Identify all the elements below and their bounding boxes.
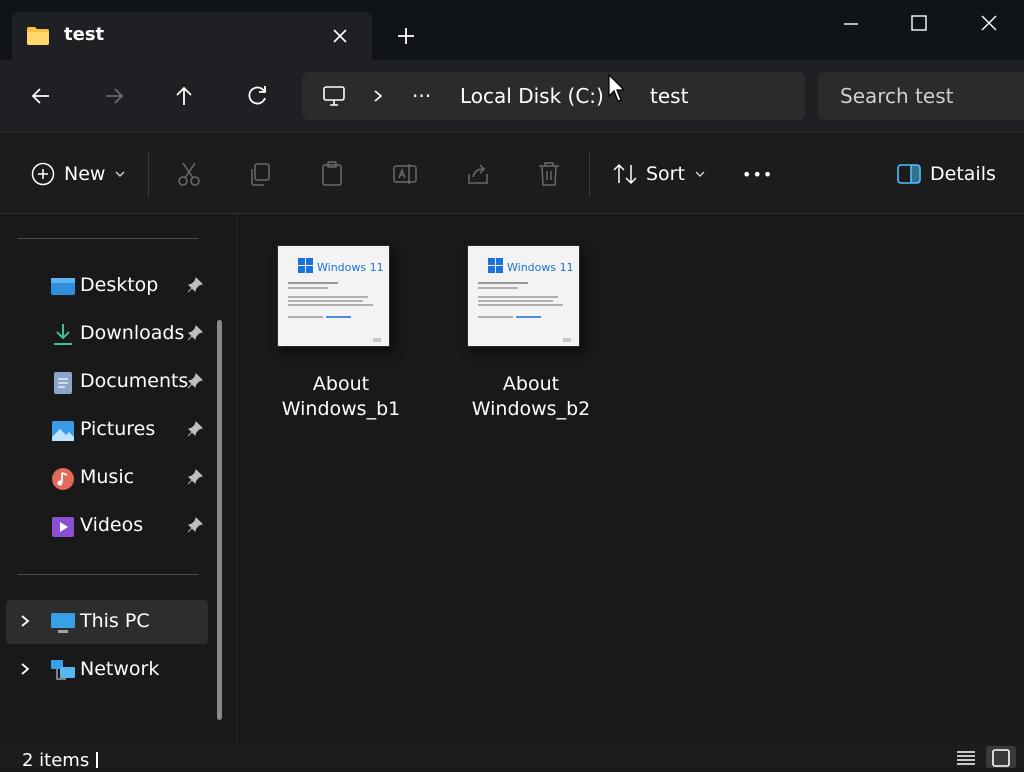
music-icon [52,468,74,490]
command-bar: New Sort ••• Details [0,132,1024,214]
sidebar-item-documents[interactable]: Documents [0,360,222,404]
navigation-pane: Desktop Downloads Documents Pictures Mus… [0,214,232,744]
desktop-icon [51,278,75,295]
sidebar-item-this-pc[interactable]: This PC [6,600,208,644]
mouse-cursor-icon [608,74,626,102]
paste-icon[interactable] [319,159,345,189]
file-item[interactable]: Windows 11 About Windows_b1 [238,244,400,434]
status-bar: 2 items [0,744,1024,771]
search-box[interactable]: Search test [818,72,1024,120]
sidebar-item-label: Documents [80,370,189,392]
sidebar-item-network[interactable]: Network [0,648,222,692]
pin-icon[interactable] [186,276,204,294]
navigation-bar: ··· Local Disk (C:) test Search test [0,60,1024,132]
pin-icon[interactable] [186,324,204,342]
sidebar-item-label: Desktop [80,274,159,296]
sidebar-item-downloads[interactable]: Downloads [0,312,222,356]
pin-icon[interactable] [186,420,204,438]
see-more-button[interactable]: ••• [742,159,773,189]
sidebar-item-desktop[interactable]: Desktop [0,264,222,308]
close-window-icon[interactable] [966,8,1012,40]
new-tab-icon[interactable] [392,22,420,50]
file-item[interactable]: Windows 11 About Windows_b2 [428,244,590,434]
cut-icon[interactable] [176,159,202,189]
file-thumbnail: Windows 11 [468,246,579,346]
sidebar-item-label: This PC [80,610,150,632]
up-arrow-icon[interactable] [170,82,198,110]
new-label: New [64,163,106,185]
forward-arrow-icon[interactable] [100,82,128,110]
delete-icon[interactable] [536,159,562,189]
details-view-icon[interactable] [954,748,978,768]
downloads-icon [54,324,72,345]
tab-title: test [64,24,105,45]
file-name: About Windows_b1 [281,373,401,420]
chevron-down-icon [115,171,125,177]
sidebar-item-pictures[interactable]: Pictures [0,408,222,452]
pin-icon[interactable] [186,372,204,390]
sidebar-item-music[interactable]: Music [0,456,222,500]
sidebar-item-videos[interactable]: Videos [0,504,222,548]
title-bar: test [0,0,1024,60]
this-pc-icon[interactable] [322,84,346,108]
file-name: About Windows_b2 [471,373,591,420]
network-icon [51,660,75,680]
sidebar-item-label: Downloads [80,322,185,344]
sidebar-divider [18,238,198,239]
file-thumbnail: Windows 11 [278,246,389,346]
sidebar-item-label: Pictures [80,418,156,440]
thumb-brand: Windows 11 [317,261,384,274]
sort-button[interactable]: Sort [612,159,707,189]
chevron-down-icon [695,171,705,177]
details-pane-icon [897,164,921,184]
pictures-icon [52,421,74,441]
back-arrow-icon[interactable] [27,82,55,110]
breadcrumb-local-disk[interactable]: Local Disk (C:) [460,84,604,108]
tab-test[interactable]: test [12,12,372,60]
toolbar-divider [148,151,149,197]
videos-icon [52,517,74,537]
file-list: Windows 11 About Windows_b1 Windows 11 A… [238,214,1024,744]
rename-icon[interactable] [391,159,419,189]
documents-icon [54,372,72,394]
details-button[interactable]: Details [896,159,996,189]
plus-circle-icon [31,162,55,186]
windows-logo-icon: Windows 11 [288,258,384,342]
breadcrumb-ellipsis[interactable]: ··· [412,84,431,108]
refresh-icon[interactable] [243,82,271,110]
breadcrumb-test[interactable]: test [650,84,688,108]
share-icon[interactable] [464,159,492,189]
thumb-brand: Windows 11 [507,261,574,274]
chevron-right-icon[interactable] [16,612,34,630]
copy-icon[interactable] [247,159,273,189]
large-icons-view-icon [992,749,1010,767]
more-options-icon: ••• [742,164,774,184]
windows-logo-icon: Windows 11 [478,258,574,342]
pin-icon[interactable] [186,468,204,486]
new-button[interactable]: New [30,159,127,189]
large-icons-view-button[interactable] [986,746,1016,768]
sidebar-item-label: Videos [80,514,144,536]
sort-icon [613,163,637,185]
this-pc-icon [51,613,75,633]
sort-label: Sort [646,163,685,185]
pin-icon[interactable] [186,516,204,534]
chevron-right-icon[interactable] [370,88,386,104]
minimize-icon[interactable] [828,8,874,40]
status-divider [96,752,98,768]
sidebar-item-label: Network [80,658,160,680]
sidebar-scrollbar[interactable] [217,320,222,720]
sidebar-divider [18,574,198,575]
address-bar[interactable]: ··· Local Disk (C:) test [302,72,805,120]
toolbar-divider [589,151,590,197]
maximize-icon[interactable] [896,8,942,40]
chevron-right-icon[interactable] [16,660,34,678]
search-placeholder: Search test [840,84,954,108]
folder-icon [27,27,49,45]
details-label: Details [930,163,996,185]
close-tab-icon[interactable] [328,24,352,48]
sidebar-item-label: Music [80,466,135,488]
